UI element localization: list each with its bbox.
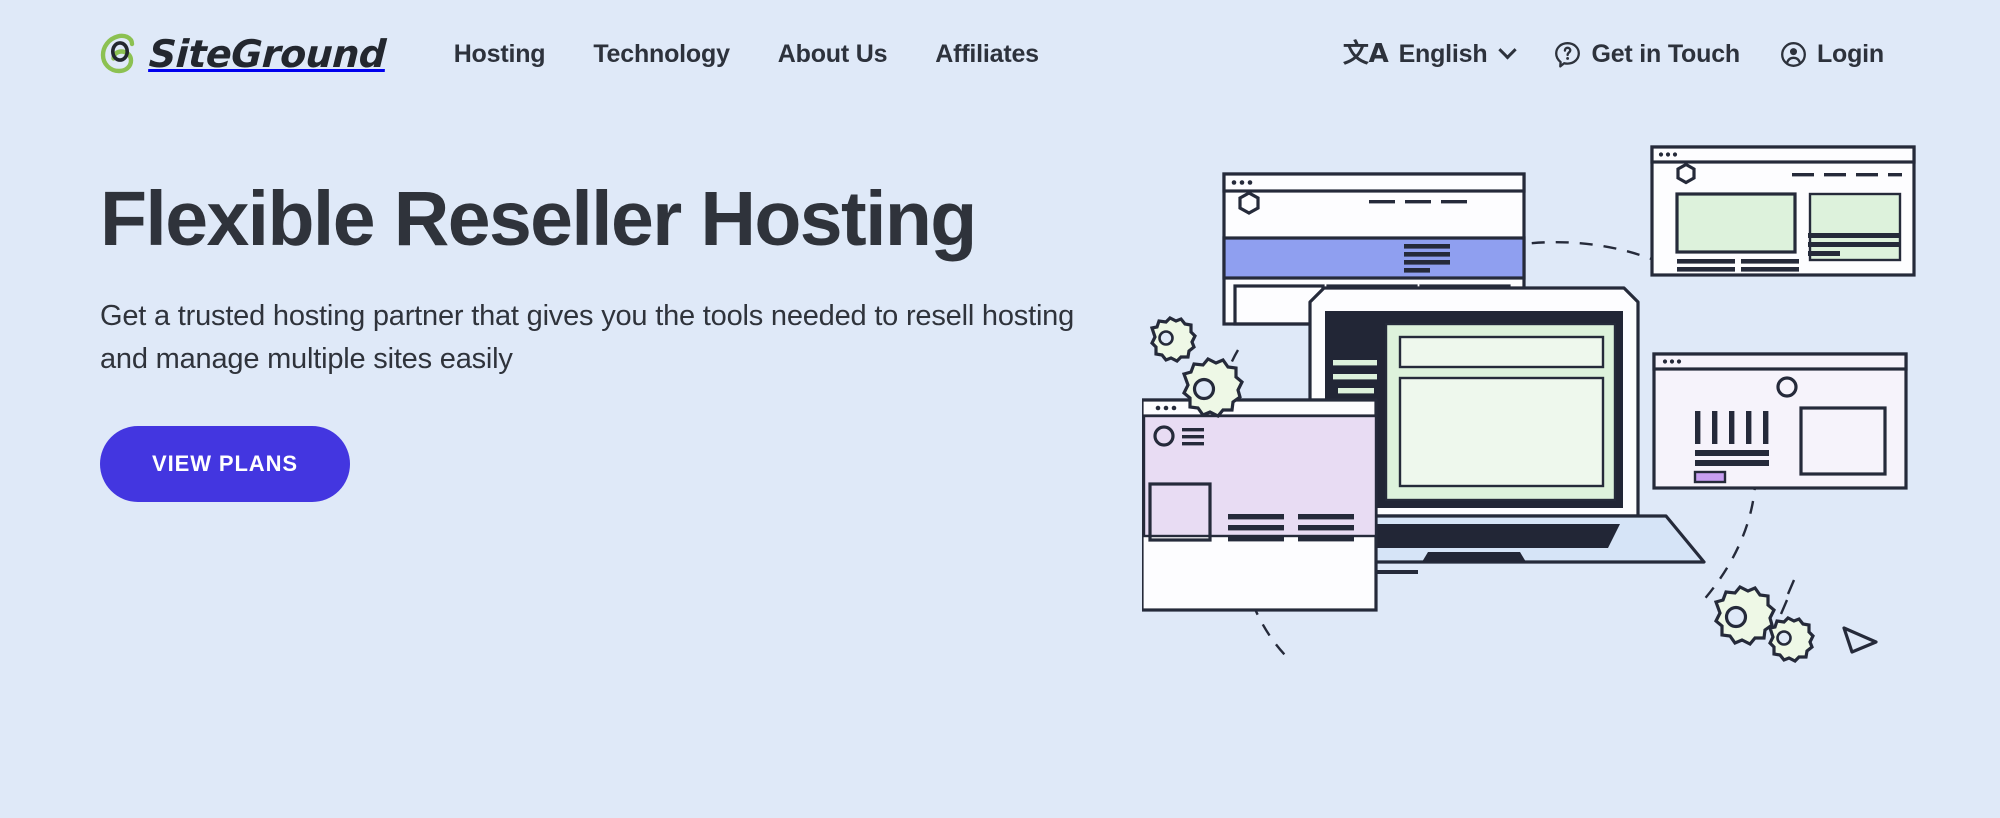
gear-large-right: [1713, 585, 1776, 646]
view-plans-button[interactable]: VIEW PLANS: [100, 426, 350, 503]
gear-small-right: [1767, 616, 1815, 663]
language-label: English: [1398, 39, 1488, 68]
nav-item-about-us[interactable]: About Us: [754, 32, 912, 77]
login-link[interactable]: Login: [1760, 32, 1904, 77]
primary-navigation: Hosting Technology About Us Affiliates: [430, 32, 1063, 77]
siteground-logo[interactable]: SiteGround: [100, 32, 387, 76]
language-selector[interactable]: 文A English: [1323, 32, 1535, 77]
browser-window-right-floating: [1652, 352, 1908, 490]
page-title: Flexible Reseller Hosting: [100, 176, 977, 262]
browser-window-top-right: [1650, 145, 1916, 277]
get-in-touch-link[interactable]: Get in Touch: [1534, 32, 1760, 77]
hero-section: Flexible Reseller Hosting Get a trusted …: [100, 176, 1160, 503]
translate-icon: 文A: [1342, 39, 1389, 69]
siteground-wordmark: SiteGround: [147, 32, 387, 76]
question-speech-bubble-icon: [1554, 41, 1581, 68]
browser-window-bottom-left: [1142, 398, 1378, 612]
hero-subtitle: Get a trusted hosting partner that gives…: [100, 300, 1075, 375]
user-circle-icon: [1780, 41, 1807, 68]
gear-large-left: [1181, 357, 1244, 418]
decorative-dashes: [1779, 579, 1796, 615]
utility-navigation: 文A English Get in Touch Login: [1323, 32, 1904, 77]
login-label: Login: [1816, 39, 1884, 68]
nav-item-hosting[interactable]: Hosting: [430, 32, 570, 77]
reseller-hosting-illustration: .st { stroke:#252a3a; stroke-width:3.2; …: [1142, 132, 1952, 752]
nav-item-affiliates[interactable]: Affiliates: [911, 32, 1063, 77]
cursor-arrow: [1842, 626, 1878, 654]
chevron-down-icon: [1498, 40, 1518, 59]
gear-small-left: [1149, 316, 1197, 363]
site-header: SiteGround Hosting Technology About Us A…: [0, 0, 2000, 108]
siteground-swirl-logo-icon: [100, 33, 142, 75]
page-root: SiteGround Hosting Technology About Us A…: [0, 0, 2000, 818]
nav-item-technology[interactable]: Technology: [569, 32, 753, 77]
get-in-touch-label: Get in Touch: [1591, 39, 1740, 68]
